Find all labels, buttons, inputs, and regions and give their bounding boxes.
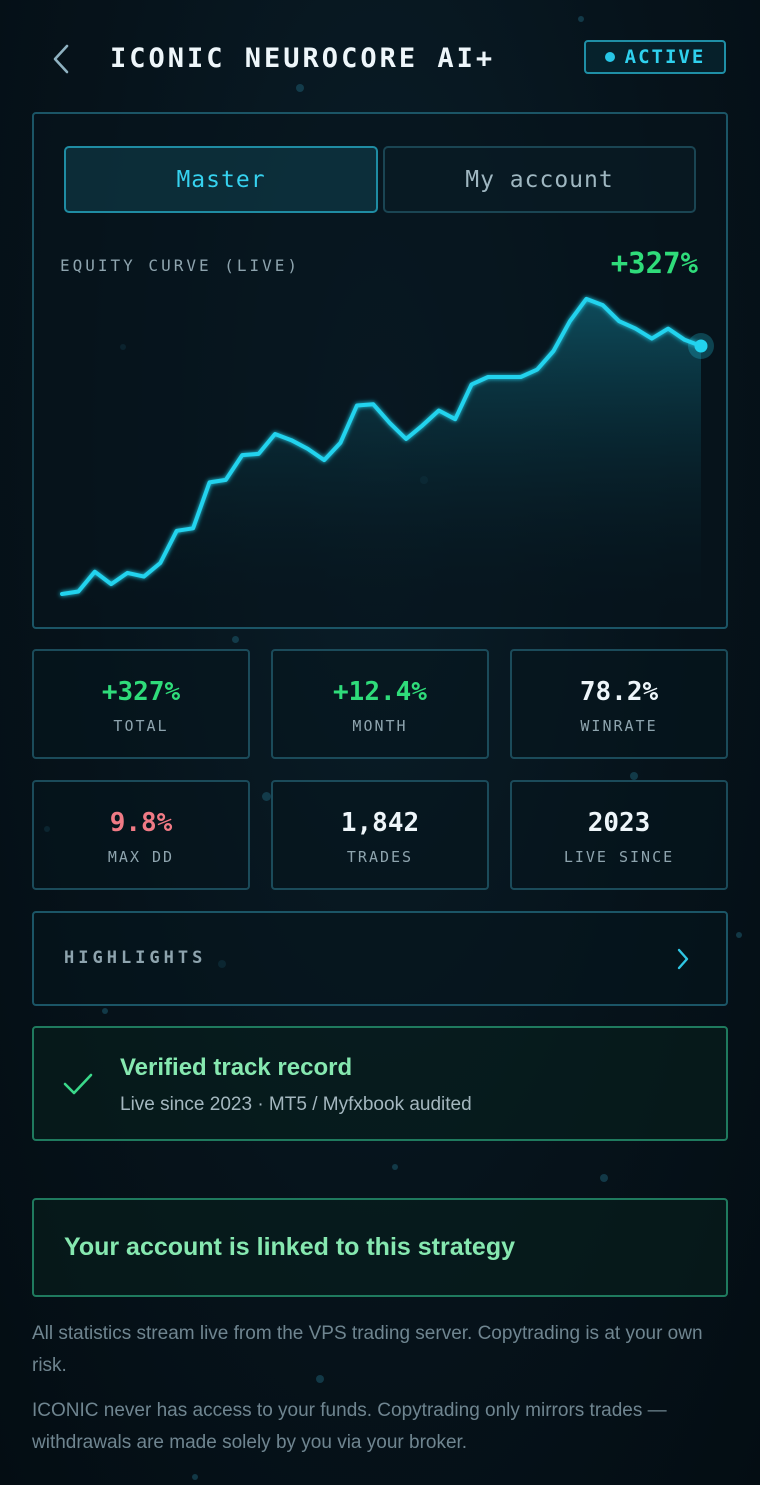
background-particle — [192, 1474, 198, 1480]
background-particle — [232, 636, 239, 643]
background-particle — [736, 932, 742, 938]
check-icon — [63, 1073, 93, 1095]
linked-text: Your account is linked to this strategy — [64, 1233, 516, 1261]
status-badge-label: ACTIVE — [624, 46, 706, 68]
page-title: ICONIC NEUROCORE AI+ — [110, 43, 496, 74]
equity-endpoint — [694, 339, 708, 353]
background-particle — [102, 1008, 108, 1014]
linked-banner: Your account is linked to this strategy — [32, 1198, 728, 1297]
stat-value: 1,842 — [340, 808, 420, 838]
stat-trades: 1,842 TRADES — [271, 780, 489, 890]
stat-label: MAX DD — [107, 848, 175, 866]
stat-total: +327% TOTAL — [32, 649, 250, 759]
equity-chart — [60, 296, 714, 606]
stat-winrate: 78.2% WINRATE — [510, 649, 728, 759]
back-button[interactable] — [44, 40, 78, 78]
stat-value: +12.4% — [333, 677, 427, 707]
verified-title: Verified track record — [120, 1054, 353, 1081]
stat-month: +12.4% MONTH — [271, 649, 489, 759]
stat-max-dd: 9.8% MAX DD — [32, 780, 250, 890]
stat-label: TRADES — [346, 848, 414, 866]
status-dot-icon — [604, 52, 615, 62]
stat-label: LIVE SINCE — [563, 848, 675, 866]
stat-value: 2023 — [587, 808, 651, 838]
stat-value: +327% — [101, 677, 181, 707]
stat-live-since: 2023 LIVE SINCE — [510, 780, 728, 890]
equity-card: Master My account EQUITY CURVE (LIVE) +3… — [32, 112, 728, 629]
background-particle — [600, 1174, 608, 1182]
verified-subtitle: Live since 2023 · MT5 / Myfxbook audited — [120, 1094, 472, 1115]
chevron-right-icon — [677, 948, 689, 970]
background-particle — [392, 1164, 398, 1170]
stat-label: WINRATE — [580, 717, 658, 735]
equity-area — [62, 298, 701, 606]
chevron-left-icon — [53, 44, 69, 74]
stat-value: 9.8% — [109, 808, 173, 838]
stat-label: MONTH — [352, 717, 408, 735]
stat-value: 78.2% — [579, 677, 659, 707]
status-badge: ACTIVE — [584, 40, 726, 74]
highlights-button[interactable]: HIGHLIGHTS — [32, 911, 728, 1006]
background-particle — [630, 772, 638, 780]
stat-label: TOTAL — [113, 717, 169, 735]
highlights-label: HIGHLIGHTS — [64, 948, 207, 968]
disclaimer-text: ICONIC never has access to your funds. C… — [32, 1400, 667, 1453]
disclaimer-text: All statistics stream live from the VPS … — [32, 1323, 703, 1376]
background-particle — [578, 16, 584, 22]
verified-card: Verified track record Live since 2023 · … — [32, 1026, 728, 1141]
header: ICONIC NEUROCORE AI+ ACTIVE — [0, 30, 760, 88]
background-particle — [262, 792, 271, 801]
